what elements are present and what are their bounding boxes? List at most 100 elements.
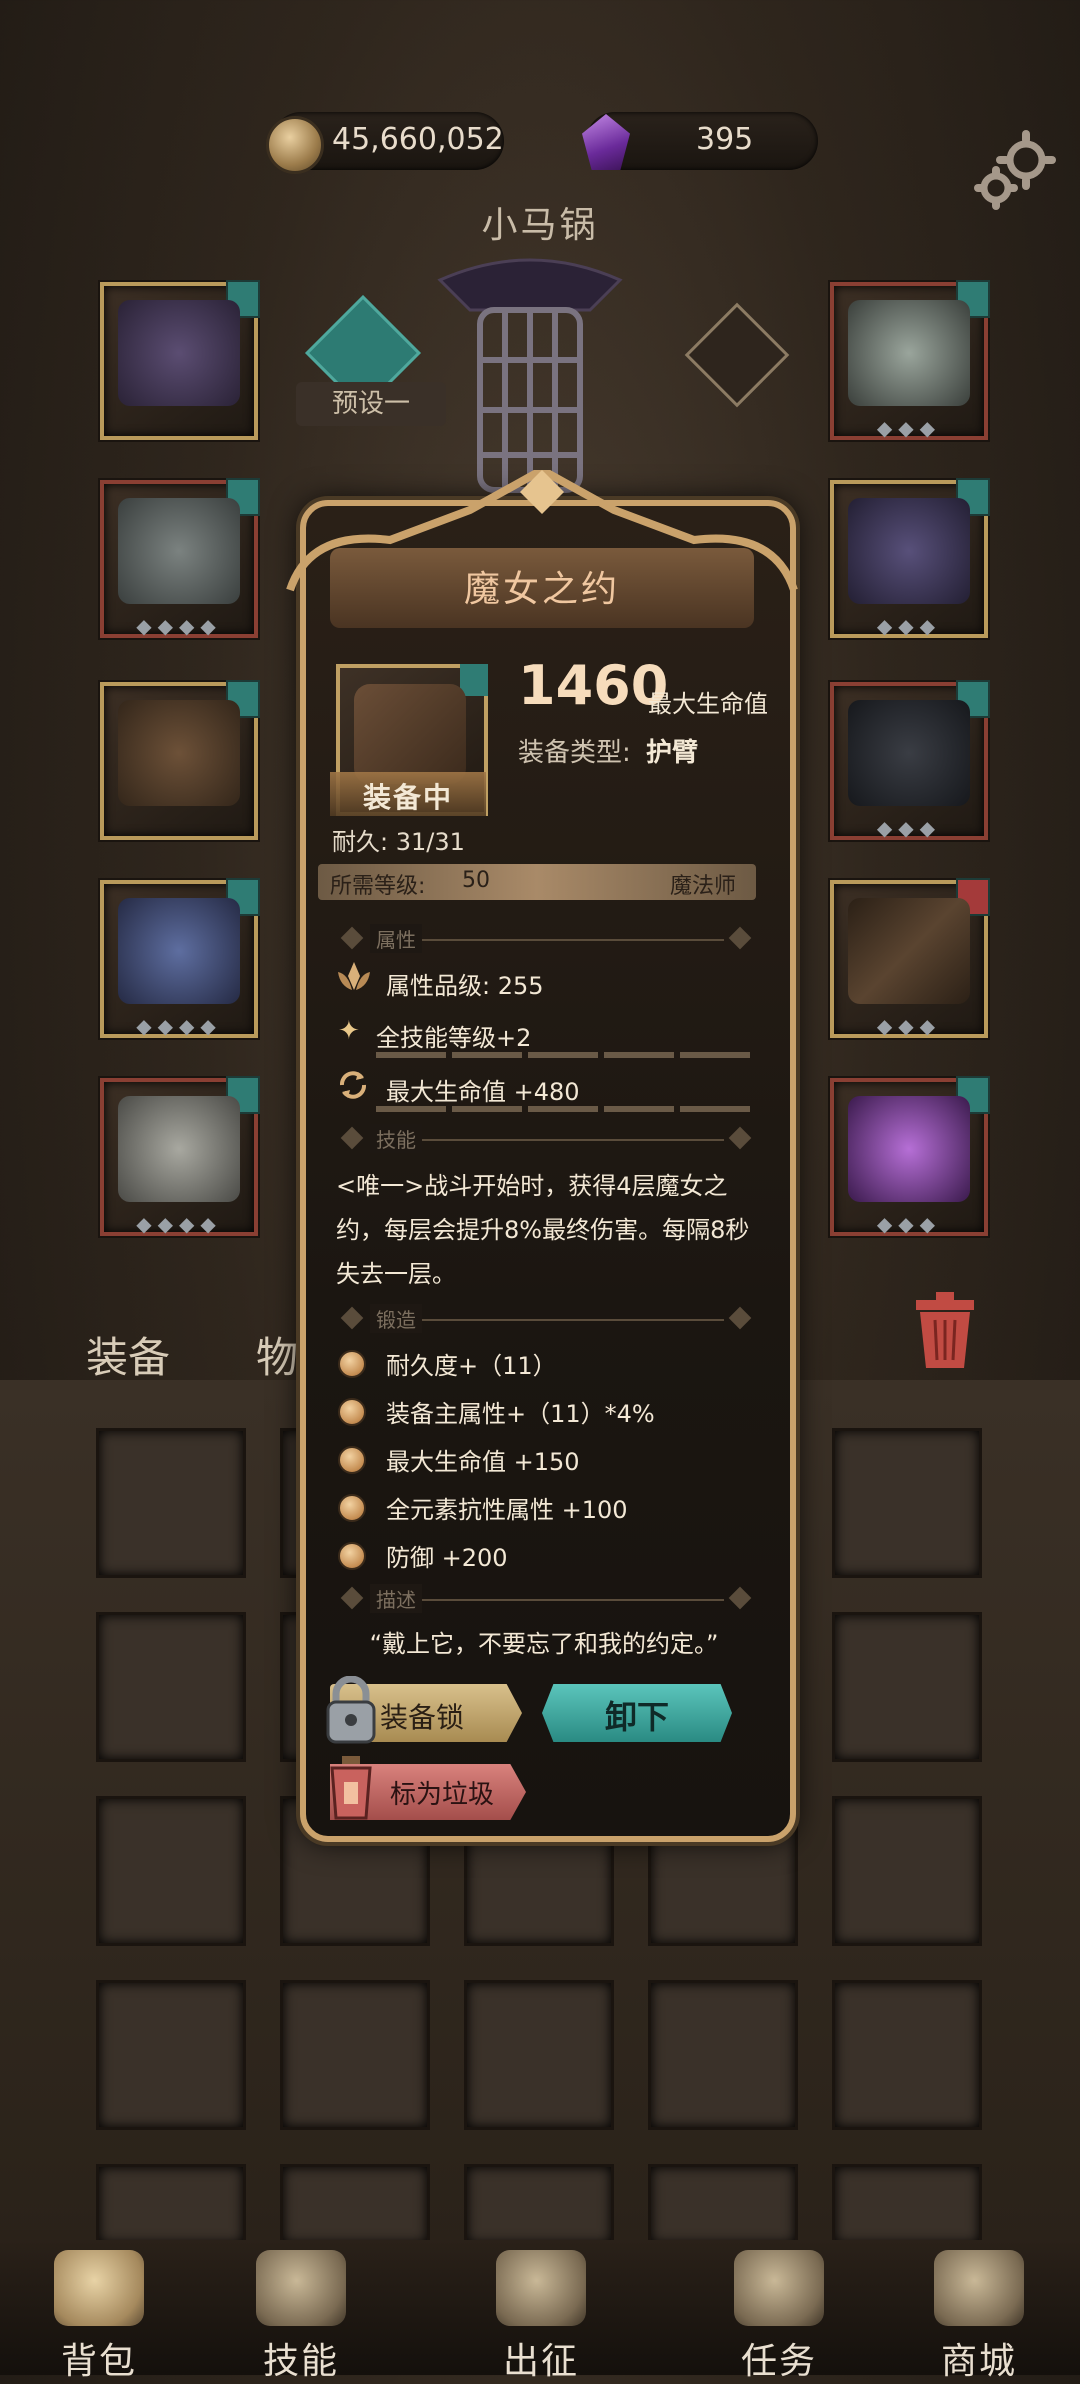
attribute-row: 属性品级: 255 [386,972,544,1000]
section-title: 属性 [370,924,422,953]
section-description: 描述 [334,1584,754,1614]
slot-boots[interactable]: ◆◆◆◆ [100,1076,260,1236]
level-segment [680,1106,750,1112]
slot-orb[interactable]: ◆◆◆ [830,1076,990,1236]
bag-slot[interactable] [280,2164,430,2246]
slot-weapon[interactable]: ◆◆◆ [830,878,990,1038]
required-level-label: 所需等级: [330,874,426,899]
section-skills: 技能 [334,1124,754,1154]
bag-slot[interactable] [832,2164,982,2246]
shop-icon [934,2250,1024,2326]
forge-row: 最大生命值 +150 [386,1448,580,1476]
bracer-art [354,684,466,784]
trash-icon[interactable] [910,1290,980,1370]
nav-expedition[interactable]: 出征 [466,2250,616,2382]
bag-slot[interactable] [832,1428,982,1578]
main-stat-value: 1460 [518,654,669,717]
gold-amount: 45,660,052 [332,122,504,157]
bag-icon [54,2250,144,2326]
level-segment [680,1052,750,1058]
cycle-icon [340,1071,366,1099]
slot-ring[interactable]: ◆◆◆ [830,680,990,840]
gem-amount: 395 [696,122,754,157]
lock-icon [326,1676,376,1744]
bag-slot[interactable] [832,1612,982,1762]
nav-label: 出征 [502,2341,579,2382]
section-title: 技能 [370,1124,422,1153]
item-title: 魔女之约 [463,569,620,610]
required-level-value: 50 [462,868,490,893]
bag-slot[interactable] [648,2164,798,2246]
forge-row: 装备主属性+（11）*4% [386,1400,655,1428]
section-attributes: 属性 [334,924,754,954]
level-segment [528,1106,598,1112]
preset-alt-icon[interactable] [684,302,790,408]
bag-slot[interactable] [832,1980,982,2130]
bag-slot[interactable] [832,1796,982,1946]
item-type-value: 护臂 [646,738,699,768]
bag-slot[interactable] [648,1980,798,2130]
gold-coin-icon [266,116,324,174]
level-segment [376,1106,446,1112]
tab-equipment[interactable]: 装备 [86,1324,170,1385]
item-type-label: 装备类型: [518,738,631,768]
nav-skills[interactable]: 技能 [226,2250,376,2382]
nav-label: 任务 [740,2341,817,2382]
level-segment [452,1106,522,1112]
forge-row: 防御 +200 [386,1544,508,1572]
forge-bullet-icon [338,1446,366,1474]
bag-slot[interactable] [96,1612,246,1762]
equipped-label: 装备中 [362,781,453,814]
sword-icon [496,2250,586,2326]
scroll-icon [734,2250,824,2326]
bag-slot[interactable] [96,1980,246,2130]
bag-slot[interactable] [464,1980,614,2130]
quality-badge [460,664,488,696]
slot-helmet[interactable] [100,280,260,440]
forge-row: 耐久度+（11） [386,1352,557,1380]
section-title: 锻造 [370,1304,422,1333]
level-segment [528,1052,598,1058]
level-segment [604,1106,674,1112]
nav-label: 商城 [940,2341,1017,2382]
skill-description: <唯一>战斗开始时，获得4层魔女之约，每层会提升8%最终伤害。每隔8秒失去一层。 [336,1172,750,1288]
mark-junk-label[interactable]: 标为垃圾 [390,1774,494,1811]
nav-label: 技能 [262,2341,339,2382]
purple-gem-icon [582,114,630,170]
forge-bullet-icon [338,1494,366,1522]
nav-label: 背包 [60,2341,137,2382]
preset-label[interactable]: 预设一 [296,382,446,426]
slot-armor[interactable]: ◆◆◆◆ [100,478,260,638]
main-stat-name: 最大生命值 [648,690,768,718]
level-segment [376,1052,446,1058]
nav-tasks[interactable]: 任务 [704,2250,854,2382]
equipment-lock-label[interactable]: 装备锁 [380,1696,464,1736]
bag-slot[interactable] [464,2164,614,2246]
durability-text: 耐久: 31/31 [332,828,465,856]
slot-gloves[interactable]: ◆◆◆ [830,478,990,638]
bag-slot[interactable] [96,2164,246,2246]
attribute-row: 全技能等级+2 [376,1024,532,1052]
attribute-row: 最大生命值 +480 [386,1078,580,1106]
required-class: 魔法师 [670,874,737,899]
slot-necklace[interactable]: ◆◆◆ [830,280,990,440]
unequip-label[interactable]: 卸下 [542,1692,732,1738]
bag-slot[interactable] [280,1980,430,2130]
slot-bracers[interactable] [100,680,260,840]
level-segment [452,1052,522,1058]
nav-shop[interactable]: 商城 [904,2250,1054,2382]
skill-book-icon [256,2250,346,2326]
nav-bag[interactable]: 背包 [24,2250,174,2382]
level-segment [604,1052,674,1058]
bag-slot[interactable] [96,1428,246,1578]
gem-counter: 395 [582,112,818,170]
lotus-icon [338,962,370,990]
section-title: 描述 [370,1584,422,1613]
slot-skirt[interactable]: ◆◆◆◆ [100,878,260,1038]
item-flavor-quote: “戴上它，不要忘了和我的约定。” [369,1630,719,1658]
junk-lantern-icon [330,1756,372,1820]
section-forge: 锻造 [334,1304,754,1334]
forge-bullet-icon [338,1350,366,1378]
bag-slot[interactable] [96,1796,246,1946]
character-name: 小马锅 [481,205,599,246]
